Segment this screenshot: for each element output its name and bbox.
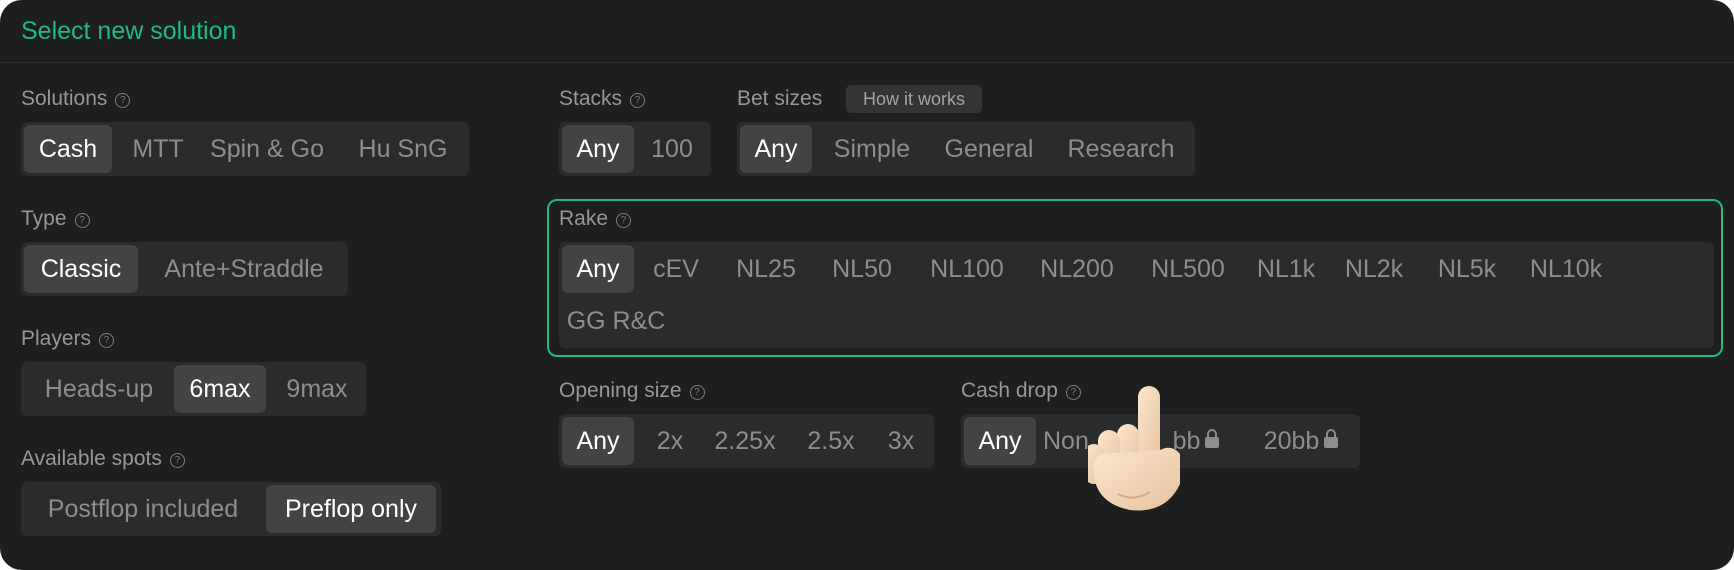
select-solution-panel: Select new solution Solutions? Cash MTT …	[0, 0, 1734, 570]
spots-option-preflop-only[interactable]: Preflop only	[266, 485, 436, 533]
opening-option-2-25x[interactable]: 2.25x	[701, 417, 789, 465]
available-spots-segmented-control: Postflop included Preflop only	[21, 482, 441, 536]
rake-option-nl200[interactable]: NL200	[1023, 245, 1131, 293]
opening-option-3x[interactable]: 3x	[872, 417, 930, 465]
stacks-label: Stacks?	[559, 85, 646, 113]
bet-sizes-option-general[interactable]: General	[932, 125, 1046, 173]
cash-drop-option-20bb-locked[interactable]: 20bb	[1247, 417, 1355, 465]
rake-label: Rake?	[559, 205, 632, 233]
opening-option-2x[interactable]: 2x	[641, 417, 699, 465]
available-spots-label-text: Available spots	[21, 447, 162, 470]
help-icon[interactable]: ?	[616, 213, 632, 228]
rake-option-nl1k[interactable]: NL1k	[1243, 245, 1329, 293]
rake-option-nl50[interactable]: NL50	[815, 245, 909, 293]
type-option-ante-straddle[interactable]: Ante+Straddle	[146, 245, 342, 293]
rake-segmented-control: Any cEV NL25 NL50 NL100 NL200 NL500 NL1k…	[559, 242, 1714, 348]
solutions-option-hu-sng[interactable]: Hu SnG	[343, 125, 463, 173]
rake-option-nl10k[interactable]: NL10k	[1513, 245, 1619, 293]
stacks-option-100[interactable]: 100	[639, 125, 705, 173]
solutions-segmented-control: Cash MTT Spin & Go Hu SnG	[21, 122, 469, 176]
bet-sizes-option-research[interactable]: Research	[1055, 125, 1187, 173]
players-option-heads-up[interactable]: Heads-up	[24, 365, 174, 413]
cash-drop-label-text: Cash drop	[961, 379, 1058, 402]
stacks-label-text: Stacks	[559, 87, 623, 110]
help-icon[interactable]: ?	[630, 93, 646, 108]
rake-option-nl500[interactable]: NL500	[1132, 245, 1244, 293]
help-icon[interactable]: ?	[689, 385, 705, 400]
cash-drop-label: Cash drop?	[961, 377, 1081, 405]
players-label: Players?	[21, 325, 115, 353]
cash-drop-option-any[interactable]: Any	[964, 417, 1036, 465]
type-label: Type?	[21, 205, 90, 233]
spots-option-postflop-included[interactable]: Postflop included	[24, 485, 262, 533]
solutions-label-text: Solutions	[21, 87, 108, 110]
help-icon[interactable]: ?	[169, 453, 185, 468]
opening-size-label: Opening size?	[559, 377, 705, 405]
solutions-option-cash[interactable]: Cash	[24, 125, 112, 173]
help-icon[interactable]: ?	[1065, 385, 1081, 400]
players-label-text: Players	[21, 327, 92, 350]
solutions-label: Solutions?	[21, 85, 131, 113]
solutions-option-mtt[interactable]: MTT	[122, 125, 194, 173]
rake-option-nl25[interactable]: NL25	[721, 245, 811, 293]
help-icon[interactable]: ?	[115, 93, 131, 108]
opening-option-any[interactable]: Any	[562, 417, 634, 465]
bet-sizes-option-any[interactable]: Any	[740, 125, 812, 173]
panel-title: Select new solution	[21, 17, 237, 45]
bet-sizes-option-simple[interactable]: Simple	[817, 125, 927, 173]
rake-option-nl2k[interactable]: NL2k	[1329, 245, 1419, 293]
solutions-option-spin-go[interactable]: Spin & Go	[205, 125, 329, 173]
bet-sizes-segmented-control: Any Simple General Research	[737, 122, 1195, 176]
how-it-works-link[interactable]: How it works	[846, 85, 982, 113]
opening-size-label-text: Opening size	[559, 379, 682, 402]
opening-option-2-5x[interactable]: 2.5x	[792, 417, 870, 465]
rake-option-nl100[interactable]: NL100	[911, 245, 1023, 293]
panel-header: Select new solution	[0, 0, 1734, 63]
bet-sizes-label: Bet sizes	[737, 87, 823, 110]
pointing-hand-icon	[1088, 386, 1180, 511]
stacks-option-any[interactable]: Any	[562, 125, 634, 173]
opening-size-segmented-control: Any 2x 2.25x 2.5x 3x	[559, 414, 934, 468]
help-icon[interactable]: ?	[74, 213, 90, 228]
help-icon[interactable]: ?	[99, 333, 115, 348]
rake-option-gg-rc[interactable]: GG R&C	[562, 297, 670, 345]
type-segmented-control: Classic Ante+Straddle	[21, 242, 348, 296]
rake-label-text: Rake	[559, 207, 609, 230]
rake-option-nl5k[interactable]: NL5k	[1421, 245, 1513, 293]
rake-option-any[interactable]: Any	[562, 245, 634, 293]
available-spots-label: Available spots?	[21, 445, 185, 473]
type-label-text: Type	[21, 207, 67, 230]
type-option-classic[interactable]: Classic	[24, 245, 138, 293]
players-segmented-control: Heads-up 6max 9max	[21, 362, 366, 416]
players-option-6max[interactable]: 6max	[174, 365, 266, 413]
lock-icon	[1324, 429, 1339, 448]
rake-option-cev[interactable]: cEV	[639, 245, 713, 293]
cash-drop-option-20bb-text: 20bb	[1263, 427, 1320, 455]
players-option-9max[interactable]: 9max	[274, 365, 360, 413]
lock-icon	[1205, 429, 1220, 448]
stacks-segmented-control: Any 100	[559, 122, 711, 176]
